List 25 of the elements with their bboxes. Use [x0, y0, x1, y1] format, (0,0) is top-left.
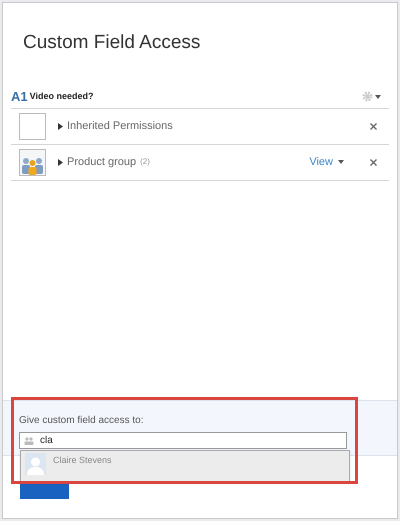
form-label: Give custom field access to:	[19, 414, 144, 428]
group-avatar-icon	[19, 148, 46, 176]
dialog-title: Custom Field Access	[23, 31, 200, 55]
expand-toggle[interactable]	[58, 158, 63, 166]
expand-toggle[interactable]	[58, 122, 63, 130]
close-icon	[370, 122, 377, 130]
remove-button[interactable]	[370, 158, 377, 166]
person-avatar-icon	[25, 453, 46, 475]
permission-label: Inherited Permissions	[67, 118, 173, 134]
people-icon	[24, 436, 34, 444]
caret-icon	[338, 160, 344, 164]
member-count: (2)	[140, 156, 150, 168]
remove-button[interactable]	[370, 122, 377, 130]
permission-label: Product group	[67, 154, 136, 170]
field-code-label: A1	[11, 88, 28, 106]
search-field[interactable]: cla	[19, 432, 347, 449]
access-dropdown[interactable]: View	[309, 154, 344, 170]
field-name: Video needed?	[30, 90, 94, 103]
empty-avatar	[19, 112, 46, 140]
settings-button[interactable]	[362, 91, 381, 102]
close-icon	[370, 158, 377, 166]
caret-icon	[375, 94, 381, 98]
settings-icon	[362, 91, 373, 102]
suggestion-name: Claire Stevens	[53, 454, 112, 467]
search-input[interactable]: cla	[40, 433, 240, 448]
